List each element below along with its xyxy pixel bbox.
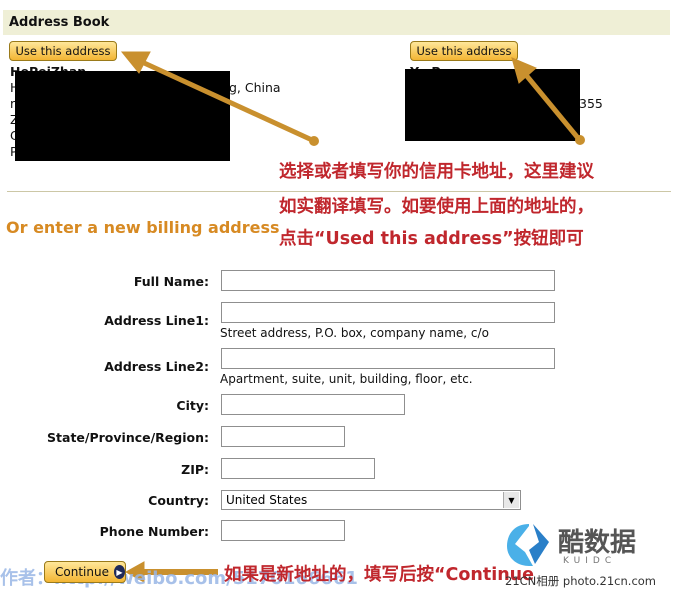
kuidc-logo-text: 酷数据 <box>558 528 637 558</box>
phone-label: Phone Number: <box>99 524 209 539</box>
continue-button[interactable]: Continue ▶ <box>44 561 126 583</box>
annotation-bottom: 如果是新地址的，填写后按“Continue <box>224 565 534 585</box>
zip-label: ZIP: <box>181 462 209 477</box>
city-label: City: <box>176 398 209 413</box>
state-label: State/Province/Region: <box>47 430 209 445</box>
chevron-down-icon[interactable]: ▼ <box>503 492 519 508</box>
address-line2-label: Address Line2: <box>104 359 209 374</box>
kuidc-logo-sub: KUIDC <box>563 556 617 566</box>
arrow-to-button-2 <box>524 73 580 140</box>
continue-label: Continue <box>55 565 109 579</box>
annotation-top-line2: 如实翻译填写。如要使用上面的地址的， <box>279 197 594 217</box>
phone-input[interactable] <box>221 520 345 541</box>
play-arrow-icon: ▶ <box>113 565 125 579</box>
address-line1-label: Address Line1: <box>104 313 209 328</box>
annotation-top-line1: 选择或者填写你的信用卡地址，这里建议 <box>279 162 594 182</box>
full-name-label: Full Name: <box>133 274 209 289</box>
section-divider <box>7 191 671 192</box>
arrow-dot-1 <box>309 136 319 146</box>
address-line1-input[interactable] <box>221 302 555 323</box>
state-input[interactable] <box>221 426 345 447</box>
city-input[interactable] <box>221 394 405 415</box>
full-name-input[interactable] <box>221 270 555 291</box>
country-selected-value: United States <box>226 493 308 507</box>
address-line1-hint: Street address, P.O. box, company name, … <box>220 326 489 340</box>
footer-credit: 21CN相册 photo.21cn.com <box>505 574 657 588</box>
country-select[interactable]: United States ▼ <box>221 490 521 510</box>
address-line2-hint: Apartment, suite, unit, building, floor,… <box>220 372 473 386</box>
zip-input[interactable] <box>221 458 375 479</box>
arrow-dot-2 <box>575 135 585 145</box>
country-label: Country: <box>148 493 209 508</box>
new-billing-address-title: Or enter a new billing address <box>6 218 280 237</box>
address-line2-input[interactable] <box>221 348 555 369</box>
annotation-top-line3: 点击“Used this address”按钮即可 <box>279 229 584 249</box>
arrow-to-button-1 <box>140 59 314 143</box>
